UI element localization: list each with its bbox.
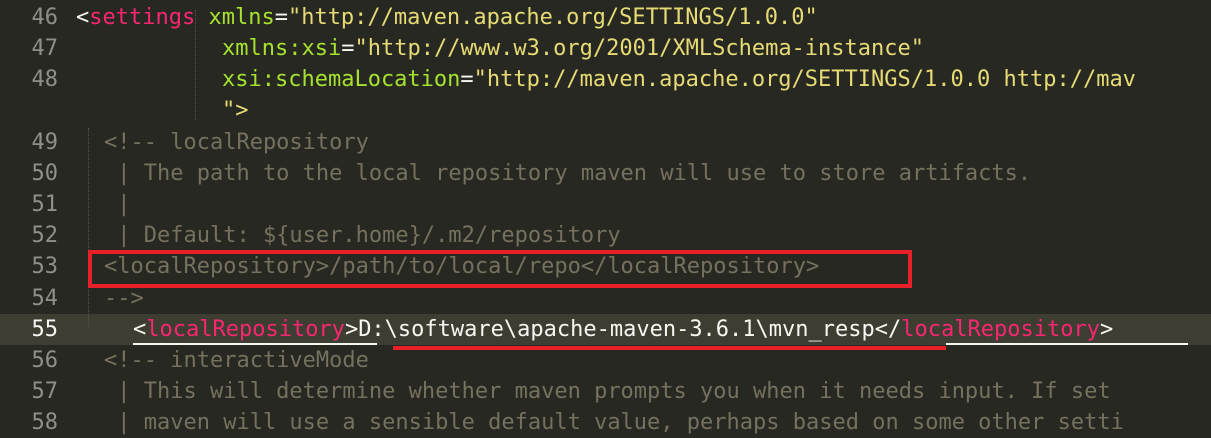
code-line-46: <settings xmlns="http://maven.apache.org… bbox=[76, 5, 818, 30]
code-line-58: | maven will use a sensible default valu… bbox=[104, 410, 1124, 435]
local-repo-path: D:\software\apache-maven-3.6.1\mvn_resp bbox=[358, 317, 875, 342]
line-number: 49 bbox=[31, 130, 59, 155]
line-number-active: 55 bbox=[31, 317, 59, 342]
xml-attr: xmlns bbox=[195, 5, 275, 30]
xml-attr: xsi:schemaLocation bbox=[222, 67, 461, 92]
code-line-50: | The path to the local repository maven… bbox=[104, 161, 1032, 186]
code-line-55: <localRepository>D:\software\apache-mave… bbox=[133, 317, 1114, 342]
xml-string: "http://maven.apache.org/SETTINGS/1.0.0 … bbox=[473, 67, 1136, 92]
bracket-match-underline bbox=[946, 343, 1188, 345]
xml-tag: localRepository bbox=[146, 317, 345, 342]
line-number: 53 bbox=[31, 254, 59, 279]
code-editor[interactable]: 46 47 48 49 50 51 52 53 54 55 56 57 58 <… bbox=[0, 0, 1211, 435]
xml-string: "http://www.w3.org/2001/XMLSchema-instan… bbox=[354, 36, 925, 61]
xml-attr: xmlns:xsi bbox=[222, 36, 342, 61]
xml-tag: settings bbox=[89, 5, 196, 30]
line-number: 57 bbox=[31, 379, 59, 404]
line-number: 46 bbox=[31, 5, 59, 30]
line-number: 50 bbox=[31, 161, 59, 186]
annotation-underline bbox=[393, 346, 946, 350]
line-number: 54 bbox=[31, 286, 59, 311]
line-number: 58 bbox=[31, 410, 59, 435]
line-number: 48 bbox=[31, 67, 59, 92]
code-line-57: | This will determine whether maven prom… bbox=[104, 379, 1111, 404]
code-line-51: | bbox=[104, 192, 131, 217]
line-number: 52 bbox=[31, 223, 59, 248]
xml-string: "> bbox=[222, 98, 249, 123]
line-number: 51 bbox=[31, 192, 59, 217]
code-line-48-wrap: "> bbox=[222, 95, 249, 126]
xml-string: "http://maven.apache.org/SETTINGS/1.0.0" bbox=[287, 5, 818, 30]
indent-guide bbox=[88, 128, 90, 328]
code-line-49: <!-- localRepository bbox=[104, 130, 369, 155]
code-line-56: <!-- interactiveMode bbox=[104, 348, 369, 373]
code-line-47: xmlns:xsi="http://www.w3.org/2001/XMLSch… bbox=[222, 36, 925, 61]
line-number: 47 bbox=[31, 36, 59, 61]
xml-tag: localRepository bbox=[901, 317, 1100, 342]
line-number: 56 bbox=[31, 348, 59, 373]
code-line-48: xsi:schemaLocation="http://maven.apache.… bbox=[222, 67, 1136, 92]
code-line-52: | Default: ${user.home}/.m2/repository bbox=[104, 223, 621, 248]
annotation-box bbox=[88, 250, 912, 288]
